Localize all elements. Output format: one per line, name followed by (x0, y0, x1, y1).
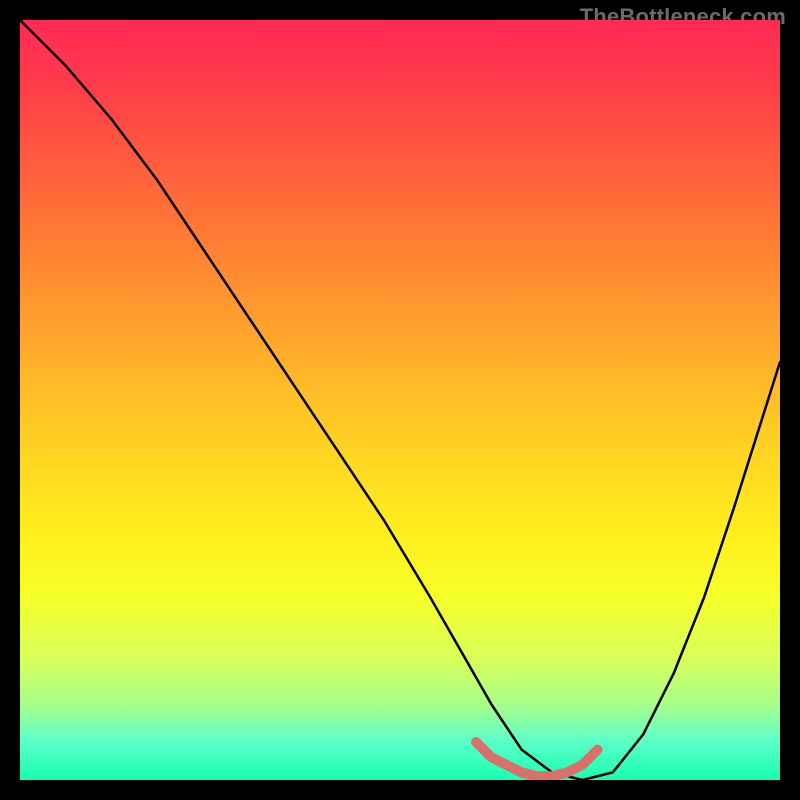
optimal-range-marker (476, 742, 598, 776)
plot-area (20, 20, 780, 780)
bottleneck-curve (20, 20, 780, 780)
chart-frame: TheBottleneck.com (0, 0, 800, 800)
chart-svg (20, 20, 780, 780)
